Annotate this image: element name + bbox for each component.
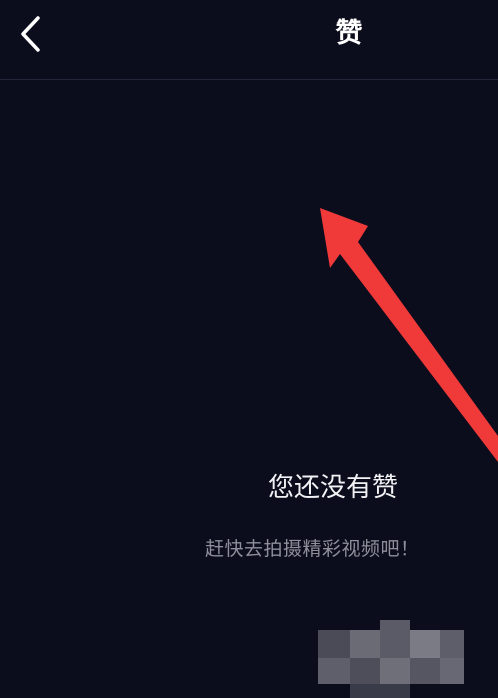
pixelated-watermark <box>318 610 468 698</box>
header-divider <box>0 79 498 80</box>
likes-screen: 赞 您还没有赞 赶快去拍摄精彩视频吧！ <box>0 0 498 698</box>
empty-state-subtitle: 赶快去拍摄精彩视频吧！ <box>205 538 420 560</box>
annotation-arrow <box>320 208 498 462</box>
navigation-bar: 赞 <box>0 0 498 80</box>
page-title: 赞 <box>335 18 363 49</box>
empty-state-title: 您还没有赞 <box>268 473 399 503</box>
